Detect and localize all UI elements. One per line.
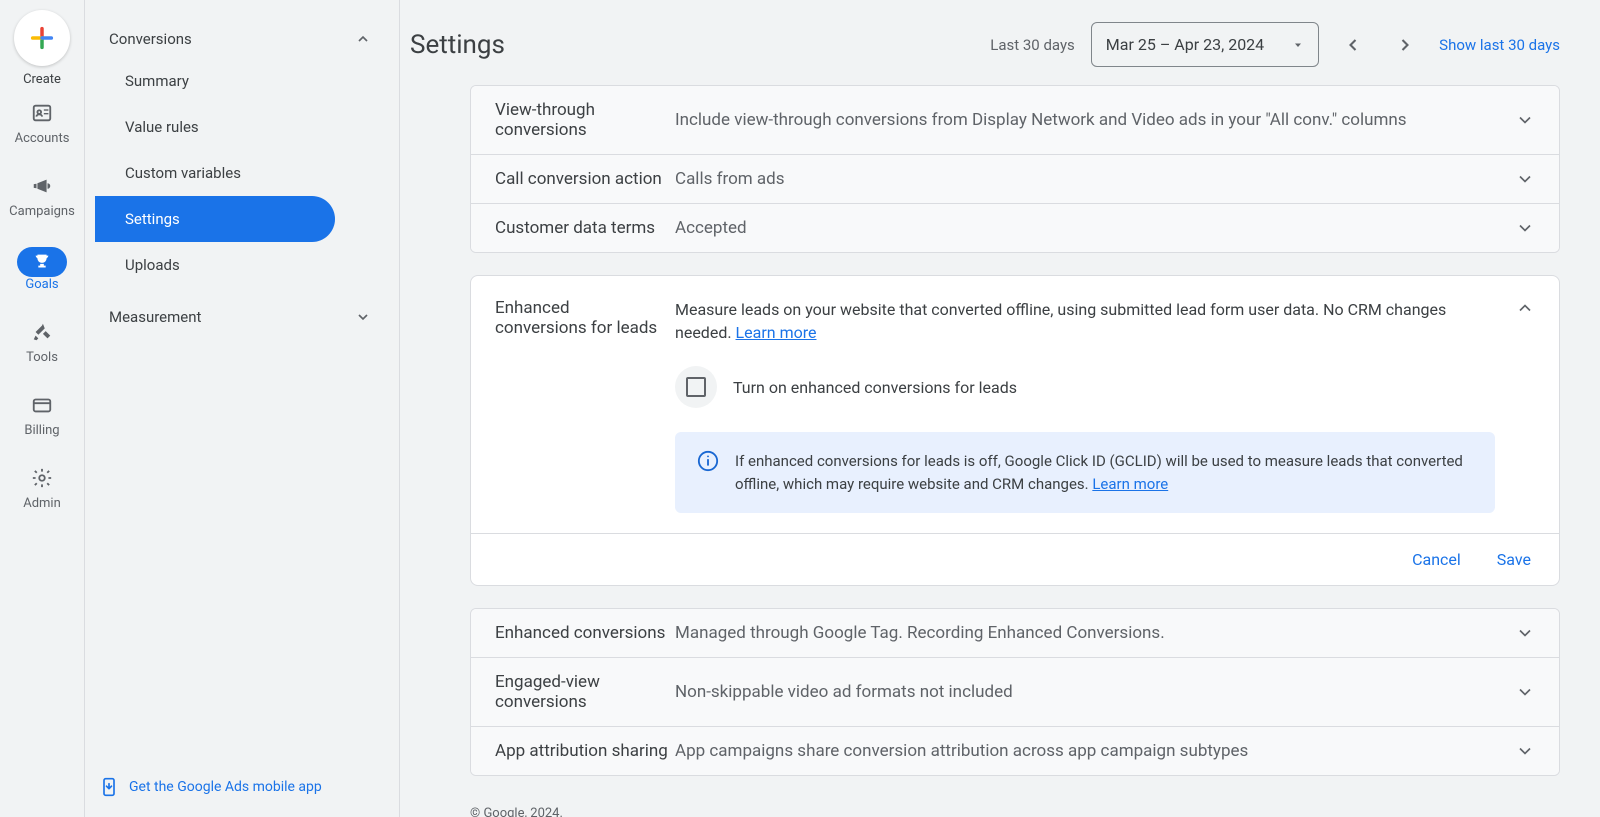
chevron-down-icon (355, 309, 371, 325)
accordion-group-top: View-through conversions Include view-th… (470, 85, 1560, 253)
accordion-value: Non-skippable video ad formats not inclu… (675, 682, 1515, 702)
page-title: Settings (410, 30, 505, 60)
gear-icon (30, 466, 54, 490)
accordion-value: App campaigns share conversion attributi… (675, 741, 1515, 761)
accordion-value: Include view-through conversions from Di… (675, 110, 1515, 130)
rail-label: Tools (26, 350, 58, 365)
rail-item-admin[interactable]: Admin (23, 466, 61, 511)
info-callout: If enhanced conversions for leads is off… (675, 432, 1495, 513)
collapse-button[interactable] (1515, 298, 1535, 318)
main-content: Settings Last 30 days Mar 25 – Apr 23, 2… (400, 0, 1600, 817)
chevron-left-icon (1343, 35, 1363, 55)
rail-item-tools[interactable]: Tools (26, 320, 58, 365)
checkbox-box-icon (686, 377, 706, 397)
accordion-label: Call conversion action (495, 169, 675, 189)
last-30-label: Last 30 days (990, 36, 1075, 54)
date-range-picker[interactable]: Mar 25 – Apr 23, 2024 (1091, 22, 1319, 67)
accordion-enhanced-conversions[interactable]: Enhanced conversions Managed through Goo… (471, 609, 1559, 658)
rail-item-accounts[interactable]: Accounts (15, 101, 70, 146)
left-rail: Create Accounts Campaigns Goals Tools Bi… (0, 0, 85, 817)
date-range-text: Mar 25 – Apr 23, 2024 (1106, 35, 1264, 54)
prev-period-button[interactable] (1335, 27, 1371, 63)
sidebar-item-value-rules[interactable]: Value rules (95, 104, 335, 150)
accordion-value: Calls from ads (675, 169, 1515, 189)
mobile-app-text: Get the Google Ads mobile app (129, 779, 322, 795)
card-title: Enhanced conversions for leads (495, 298, 665, 513)
save-button[interactable]: Save (1497, 550, 1531, 569)
card-actions: Cancel Save (471, 533, 1559, 585)
mobile-app-link[interactable]: Get the Google Ads mobile app (99, 775, 322, 799)
enable-checkbox-row[interactable]: Turn on enhanced conversions for leads (675, 366, 1495, 408)
info-learn-more-link[interactable]: Learn more (1092, 475, 1168, 493)
accordion-view-through[interactable]: View-through conversions Include view-th… (471, 86, 1559, 155)
dropdown-icon (1292, 39, 1304, 51)
section-label: Measurement (109, 308, 201, 326)
phone-icon (99, 775, 119, 799)
accordion-engaged-view[interactable]: Engaged-view conversions Non-skippable v… (471, 658, 1559, 727)
sidebar: Conversions Summary Value rules Custom v… (85, 0, 400, 817)
rail-label: Accounts (15, 131, 70, 146)
accordion-label: Engaged-view conversions (495, 672, 675, 712)
megaphone-icon (30, 174, 54, 198)
sidebar-item-custom-variables[interactable]: Custom variables (95, 150, 335, 196)
rail-label: Campaigns (9, 204, 75, 219)
accordion-value: Accepted (675, 218, 1515, 238)
checkbox-label: Turn on enhanced conversions for leads (733, 378, 1017, 397)
accordion-label: View-through conversions (495, 100, 675, 140)
checkbox[interactable] (675, 366, 717, 408)
card-icon (30, 393, 54, 417)
chevron-down-icon (1515, 110, 1535, 130)
chevron-down-icon (1515, 169, 1535, 189)
show-last-30-link[interactable]: Show last 30 days (1439, 36, 1560, 54)
chevron-up-icon (1515, 298, 1535, 318)
accounts-icon (30, 101, 54, 125)
page-header: Settings Last 30 days Mar 25 – Apr 23, 2… (410, 0, 1560, 85)
accordion-customer-data[interactable]: Customer data terms Accepted (471, 204, 1559, 252)
chevron-right-icon (1395, 35, 1415, 55)
learn-more-link[interactable]: Learn more (736, 323, 817, 342)
tools-icon (30, 320, 54, 344)
chevron-down-icon (1515, 682, 1535, 702)
chevron-down-icon (1515, 623, 1535, 643)
rail-label: Admin (23, 496, 61, 511)
rail-item-goals[interactable]: Goals (17, 247, 67, 292)
create-label: Create (23, 72, 61, 87)
accordion-label: Enhanced conversions (495, 623, 675, 643)
cancel-button[interactable]: Cancel (1412, 550, 1461, 569)
chevron-up-icon (355, 31, 371, 47)
sidebar-item-settings[interactable]: Settings (95, 196, 335, 242)
next-period-button[interactable] (1387, 27, 1423, 63)
create-button[interactable] (14, 10, 70, 66)
sidebar-section-conversions[interactable]: Conversions (95, 10, 389, 58)
chevron-down-icon (1515, 218, 1535, 238)
date-controls: Last 30 days Mar 25 – Apr 23, 2024 Show … (990, 22, 1560, 67)
rail-label: Goals (25, 277, 58, 292)
trophy-icon (17, 247, 67, 277)
rail-label: Billing (24, 423, 59, 438)
sidebar-item-summary[interactable]: Summary (95, 58, 335, 104)
info-icon (697, 450, 719, 472)
accordion-group-bottom: Enhanced conversions Managed through Goo… (470, 608, 1560, 776)
accordion-value: Managed through Google Tag. Recording En… (675, 623, 1515, 643)
accordion-label: App attribution sharing (495, 741, 675, 761)
sidebar-section-measurement[interactable]: Measurement (95, 288, 389, 336)
enhanced-conversions-leads-card: Enhanced conversions for leads Measure l… (470, 275, 1560, 586)
rail-item-billing[interactable]: Billing (24, 393, 59, 438)
section-label: Conversions (109, 30, 192, 48)
chevron-down-icon (1515, 741, 1535, 761)
footer-copyright: © Google, 2024. (470, 806, 1560, 817)
accordion-label: Customer data terms (495, 218, 675, 238)
accordion-app-attribution[interactable]: App attribution sharing App campaigns sh… (471, 727, 1559, 775)
rail-item-campaigns[interactable]: Campaigns (9, 174, 75, 219)
card-description: Measure leads on your website that conve… (675, 298, 1495, 344)
sidebar-item-uploads[interactable]: Uploads (95, 242, 335, 288)
plus-icon (28, 24, 56, 52)
accordion-call-conversion[interactable]: Call conversion action Calls from ads (471, 155, 1559, 204)
